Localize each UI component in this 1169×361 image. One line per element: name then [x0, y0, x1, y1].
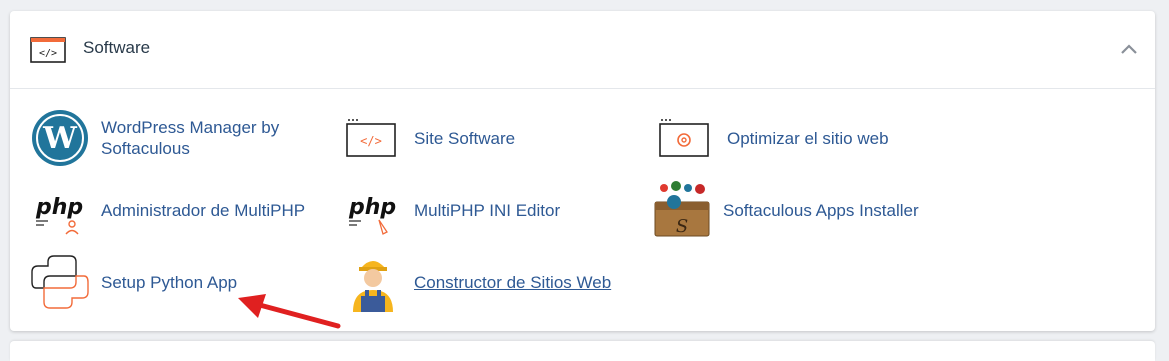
item-label: Site Software: [414, 128, 516, 148]
svg-text:</>: </>: [360, 134, 382, 148]
item-wordpress-manager[interactable]: W WordPress Manager by Softaculous: [30, 108, 311, 168]
svg-text:php: php: [35, 195, 83, 220]
item-label: Setup Python App: [101, 272, 238, 292]
item-label: Softaculous Apps Installer: [723, 200, 919, 220]
item-optimize-site[interactable]: Optimizar el sitio web: [656, 108, 889, 168]
item-site-software[interactable]: </> Site Software: [343, 108, 515, 168]
next-panel-edge: [10, 341, 1155, 361]
softaculous-box-icon: S: [652, 180, 712, 240]
svg-text:S: S: [676, 216, 688, 237]
item-multiphp-ini-editor[interactable]: php MultiPHP INI Editor: [343, 180, 560, 240]
item-label: Administrador de MultiPHP: [101, 200, 306, 220]
wordpress-icon: W: [30, 108, 90, 168]
item-label: Constructor de Sitios Web: [414, 272, 612, 292]
item-label: WordPress Manager by Softaculous: [101, 118, 280, 158]
gear-window-icon: [656, 108, 716, 168]
svg-text:W: W: [42, 121, 78, 156]
svg-text:</>: </>: [39, 48, 57, 59]
php-user-icon: php: [30, 180, 90, 240]
code-window-icon: </>: [30, 37, 66, 68]
chevron-up-icon[interactable]: [1117, 37, 1141, 61]
php-pen-icon: php: [343, 180, 403, 240]
python-icon: [30, 252, 90, 312]
panel-header[interactable]: </> Software: [10, 11, 1155, 89]
software-panel: </> Software W WordPress Manager by Soft…: [10, 11, 1155, 331]
svg-text:php: php: [348, 195, 396, 220]
worker-icon: [343, 252, 403, 312]
item-softaculous-installer[interactable]: S Softaculous Apps Installer: [652, 180, 919, 240]
item-label: Optimizar el sitio web: [727, 128, 889, 148]
section-title: Software: [83, 38, 151, 57]
item-site-builder[interactable]: Constructor de Sitios Web: [343, 252, 611, 312]
item-label: MultiPHP INI Editor: [414, 200, 561, 220]
annotation-arrow-icon: [238, 294, 341, 329]
item-multiphp-manager[interactable]: php Administrador de MultiPHP: [30, 180, 305, 240]
code-window-icon: </>: [343, 108, 403, 168]
item-setup-python-app[interactable]: Setup Python App: [30, 252, 237, 312]
